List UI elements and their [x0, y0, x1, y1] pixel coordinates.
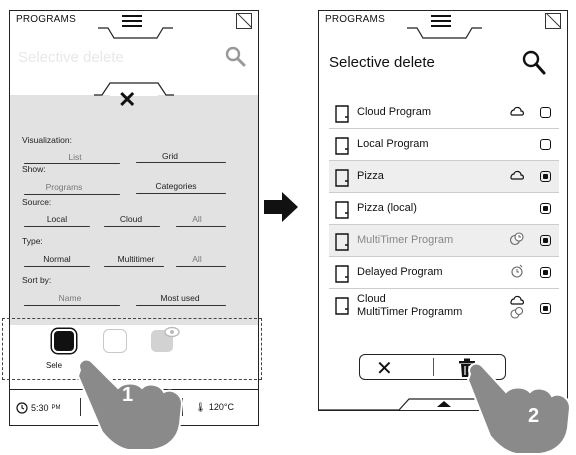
- cloud-icon: [510, 170, 524, 180]
- checkbox[interactable]: [540, 139, 551, 150]
- menu-icon[interactable]: [122, 15, 142, 27]
- program-doc-icon: [335, 297, 349, 315]
- program-name: MultiTimer Program: [357, 234, 454, 246]
- checkbox[interactable]: [540, 203, 551, 214]
- program-doc-icon: [335, 265, 349, 283]
- menu-icon[interactable]: [431, 15, 451, 27]
- checkbox[interactable]: [540, 171, 551, 182]
- option-cloud[interactable]: Cloud: [106, 214, 156, 224]
- step-2-number: 2: [528, 405, 540, 427]
- program-name: Pizza: [357, 170, 384, 182]
- program-row[interactable]: Cloud Program: [329, 97, 559, 129]
- checkbox[interactable]: [540, 107, 551, 118]
- page-title: Selective delete: [329, 54, 435, 71]
- program-name: Delayed Program: [357, 266, 443, 278]
- option-most-used[interactable]: Most used: [148, 293, 212, 303]
- option-name[interactable]: Name: [40, 293, 100, 303]
- checkbox[interactable]: [540, 235, 551, 246]
- show-label: Show:: [22, 164, 46, 174]
- header-label: PROGRAMS: [325, 14, 385, 25]
- source-label: Source:: [22, 197, 52, 207]
- time-value: 5:30: [31, 403, 49, 413]
- option-all-source[interactable]: All: [182, 214, 212, 224]
- program-doc-icon: [335, 201, 349, 219]
- arrow-right-icon: [264, 192, 298, 222]
- option-multitimer[interactable]: Multitimer: [106, 254, 166, 264]
- delay-timer-icon: [511, 264, 523, 278]
- program-row[interactable]: Local Program: [329, 129, 559, 161]
- filter-panel: ✕ Visualization: List Grid Show: Program…: [10, 82, 258, 325]
- thermometer-icon: 🌡: [194, 402, 207, 412]
- program-list: Cloud Program Local Program Pizza Pizza …: [329, 97, 559, 331]
- program-name: Local Program: [357, 138, 429, 150]
- page-title: Selective delete: [18, 49, 124, 66]
- option-local[interactable]: Local: [32, 214, 82, 224]
- program-name: Cloud Program: [357, 106, 431, 118]
- option-normal[interactable]: Normal: [32, 254, 82, 264]
- search-icon[interactable]: [224, 45, 246, 67]
- close-icon[interactable]: ✕: [118, 87, 136, 113]
- option-programs[interactable]: Programs: [32, 182, 96, 192]
- program-doc-icon: [335, 137, 349, 155]
- temperature[interactable]: 🌡 120°C: [195, 402, 234, 413]
- header-tab-notch: [98, 27, 173, 39]
- program-name: Pizza (local): [357, 202, 417, 214]
- program-row[interactable]: Pizza (local): [329, 193, 559, 225]
- cloud-multitimer-icon: [510, 295, 524, 319]
- program-name: Cloud MultiTimer Programm: [357, 293, 463, 318]
- no-signal-icon[interactable]: [236, 13, 252, 29]
- clock[interactable]: 5:30 PM: [16, 402, 61, 414]
- option-all-type[interactable]: All: [182, 254, 212, 264]
- program-doc-icon: [335, 169, 349, 187]
- type-label: Type:: [22, 236, 43, 246]
- checkbox[interactable]: [540, 303, 551, 314]
- no-signal-icon[interactable]: [545, 13, 561, 29]
- hand-pointer-icon-2: [466, 362, 572, 455]
- checkbox[interactable]: [540, 267, 551, 278]
- cancel-icon[interactable]: ✕: [376, 356, 393, 381]
- time-suffix: PM: [51, 405, 61, 411]
- temperature-value: 120°C: [208, 402, 234, 412]
- step-1-number: 1: [122, 384, 134, 406]
- visualization-label: Visualization:: [22, 135, 72, 145]
- program-doc-icon: [335, 233, 349, 251]
- multitimer-icon: [509, 232, 524, 246]
- program-row[interactable]: MultiTimer Program: [329, 225, 559, 257]
- search-icon[interactable]: [521, 49, 547, 77]
- option-grid[interactable]: Grid: [150, 151, 190, 161]
- program-doc-icon: [335, 105, 349, 123]
- option-categories[interactable]: Categories: [144, 181, 208, 191]
- header-label: PROGRAMS: [16, 14, 76, 25]
- program-row[interactable]: Delayed Program: [329, 257, 559, 289]
- sort-by-label: Sort by:: [22, 275, 52, 285]
- option-list[interactable]: List: [50, 152, 100, 162]
- header-tab-notch: [407, 27, 482, 39]
- program-row[interactable]: Pizza: [329, 161, 559, 193]
- program-row[interactable]: Cloud MultiTimer Programm: [329, 289, 559, 331]
- cloud-icon: [510, 106, 524, 116]
- clock-icon: [16, 402, 28, 414]
- right-screen: PROGRAMS Selective delete Cloud Program …: [318, 10, 568, 411]
